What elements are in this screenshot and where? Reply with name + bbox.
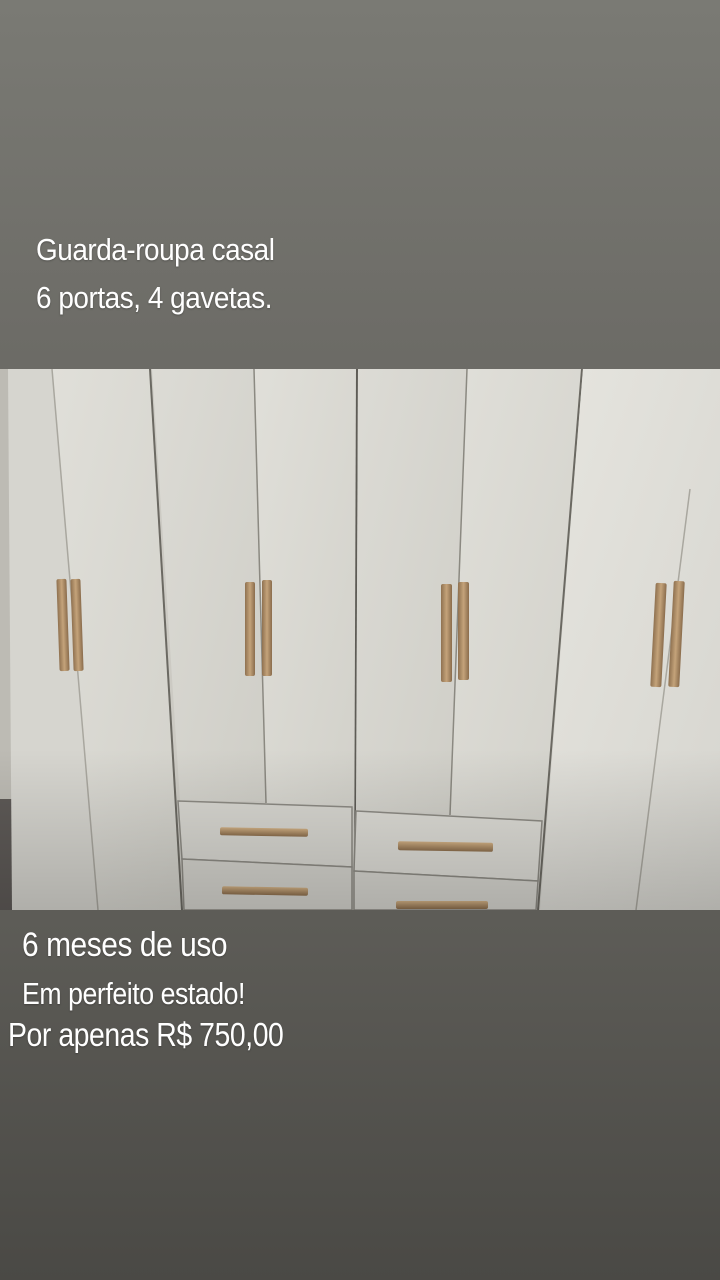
title-line-1: Guarda-roupa casal (36, 232, 275, 267)
price-text: Por apenas R$ 750,00 (8, 1016, 284, 1053)
condition-text: Em perfeito estado! (22, 976, 246, 1011)
wardrobe-illustration (0, 369, 720, 910)
wardrobe-photo (0, 369, 720, 910)
usage-text: 6 meses de uso (22, 926, 228, 964)
title-line-2: 6 portas, 4 gavetas. (36, 280, 273, 315)
story-screen: { "story": { "header_line1": "Guarda-rou… (0, 0, 720, 1280)
